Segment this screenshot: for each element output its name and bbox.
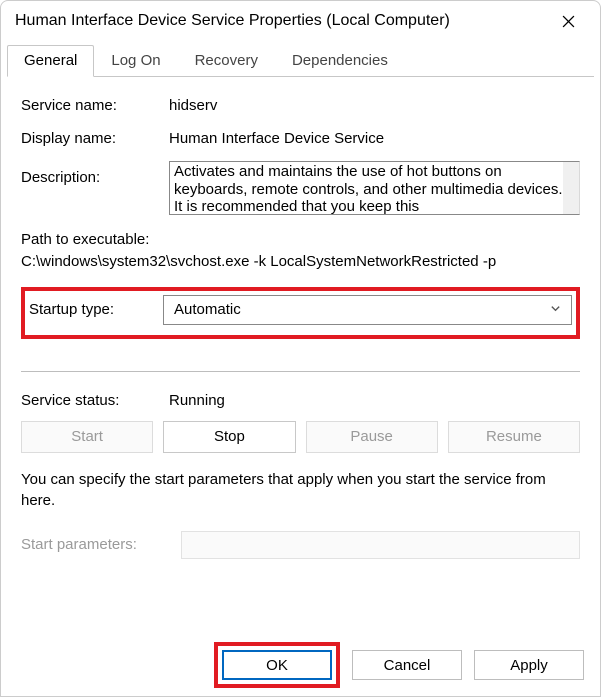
tab-general[interactable]: General [7,45,94,77]
path-value: C:\windows\system32\svchost.exe -k Local… [21,251,580,273]
description-label: Description: [21,161,169,186]
tab-content-general: Service name: hidserv Display name: Huma… [1,77,600,577]
display-name-value: Human Interface Device Service [169,128,580,147]
ok-highlight: OK [214,642,340,688]
close-button[interactable] [550,7,586,35]
ok-button[interactable]: OK [222,650,332,680]
start-params-hint: You can specify the start parameters tha… [21,469,580,511]
service-status-value: Running [169,390,580,409]
path-label: Path to executable: [21,229,580,251]
separator [21,371,580,372]
startup-type-select[interactable]: Automatic [163,295,572,325]
start-params-input [181,531,580,559]
description-box[interactable]: Activates and maintains the use of hot b… [169,161,580,215]
chevron-down-icon [550,301,561,318]
tab-log-on[interactable]: Log On [94,45,177,77]
pause-button: Pause [306,421,438,453]
startup-type-highlight: Startup type: Automatic [21,287,580,339]
service-name-label: Service name: [21,95,169,114]
dialog-footer: OK Cancel Apply [1,632,600,696]
tab-strip: General Log On Recovery Dependencies [1,45,600,77]
cancel-button[interactable]: Cancel [352,650,462,680]
start-params-label: Start parameters: [21,536,181,553]
display-name-label: Display name: [21,128,169,147]
resume-button: Resume [448,421,580,453]
service-name-value: hidserv [169,95,580,114]
properties-dialog: Human Interface Device Service Propertie… [0,0,601,697]
description-text: Activates and maintains the use of hot b… [174,163,563,215]
startup-type-value: Automatic [174,301,241,318]
start-button: Start [21,421,153,453]
titlebar: Human Interface Device Service Propertie… [1,1,600,45]
window-title: Human Interface Device Service Propertie… [15,12,450,30]
stop-button[interactable]: Stop [163,421,295,453]
description-scrollbar[interactable] [563,162,579,214]
startup-type-label: Startup type: [29,301,163,318]
close-icon [562,15,575,28]
apply-button[interactable]: Apply [474,650,584,680]
service-status-label: Service status: [21,390,169,409]
tab-recovery[interactable]: Recovery [178,45,275,77]
tab-dependencies[interactable]: Dependencies [275,45,405,77]
